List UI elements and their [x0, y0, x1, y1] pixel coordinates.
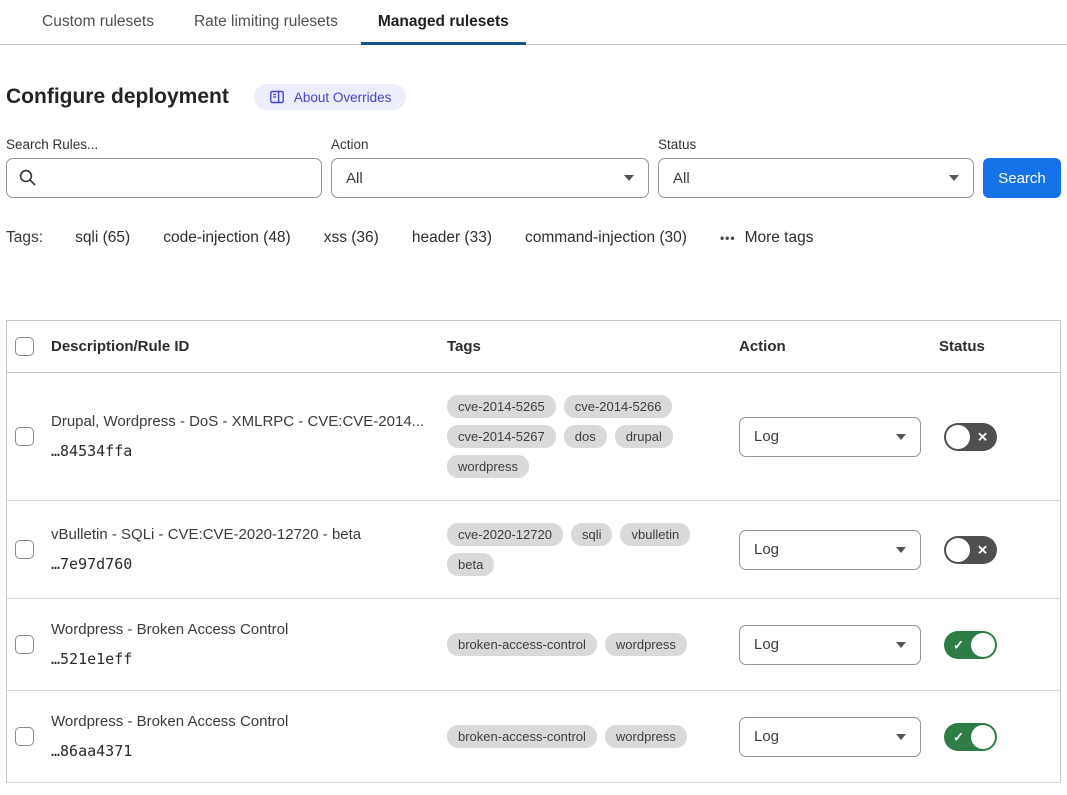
tab-custom-rulesets[interactable]: Custom rulesets: [25, 0, 171, 44]
toggle-knob: [971, 633, 995, 657]
table-row: Wordpress - Broken Access Control …521e1…: [7, 599, 1060, 691]
rule-id: …84534ffa: [51, 442, 429, 460]
ellipsis-icon: •••: [720, 232, 736, 244]
action-select[interactable]: Log: [739, 530, 921, 570]
rule-tag-pill: wordpress: [447, 455, 529, 478]
chevron-down-icon: [896, 434, 906, 440]
action-filter-value: All: [346, 170, 363, 187]
rule-id: …86aa4371: [51, 742, 429, 760]
action-select[interactable]: Log: [739, 717, 921, 757]
tag-filter-command-injection[interactable]: command-injection (30): [525, 229, 687, 247]
about-overrides-badge[interactable]: About Overrides: [254, 84, 407, 110]
toggle-knob: [946, 425, 970, 449]
action-filter-select[interactable]: All: [331, 158, 649, 198]
tags-bar: Tags: sqli (65) code-injection (48) xss (3…: [6, 229, 1061, 247]
rule-description[interactable]: Wordpress - Broken Access Control: [51, 713, 429, 730]
rule-tag-pill: sqli: [571, 523, 613, 546]
rule-description[interactable]: vBulletin - SQLi - CVE:CVE-2020-12720 - …: [51, 526, 429, 543]
row-checkbox[interactable]: [15, 727, 34, 746]
column-header-tags: Tags: [447, 338, 739, 355]
rule-tag-pill: dos: [564, 425, 607, 448]
row-checkbox[interactable]: [15, 540, 34, 559]
tab-managed-rulesets[interactable]: Managed rulesets: [361, 0, 526, 44]
rule-description[interactable]: Drupal, Wordpress - DoS - XMLRPC - CVE:C…: [51, 413, 429, 430]
search-icon: [18, 168, 37, 187]
action-select-value: Log: [754, 636, 779, 653]
rule-tag-pill: cve-2014-5265: [447, 395, 556, 418]
rule-id: …521e1eff: [51, 650, 429, 668]
chevron-down-icon: [896, 734, 906, 740]
rule-tag-pill: wordpress: [605, 725, 687, 748]
rule-tag-pill: broken-access-control: [447, 633, 597, 656]
more-tags-label: More tags: [745, 229, 814, 247]
action-filter-label: Action: [331, 137, 649, 152]
row-checkbox[interactable]: [15, 635, 34, 654]
action-select[interactable]: Log: [739, 625, 921, 665]
tag-filter-header[interactable]: header (33): [412, 229, 492, 247]
tab-bar: Custom rulesetsRate limiting rulesetsMan…: [0, 0, 1067, 45]
check-icon: ✓: [953, 638, 964, 651]
action-select-value: Log: [754, 728, 779, 745]
tag-filter-xss[interactable]: xss (36): [324, 229, 379, 247]
row-checkbox[interactable]: [15, 427, 34, 446]
cross-icon: ✕: [977, 430, 988, 443]
rule-tags: broken-access-control wordpress: [447, 725, 739, 748]
rule-tags: cve-2014-5265 cve-2014-5266 cve-2014-5267 d…: [447, 395, 739, 478]
search-rules-input[interactable]: [6, 158, 322, 198]
rule-tag-pill: wordpress: [605, 633, 687, 656]
heading-row: Configure deployment About Overrides: [6, 84, 1061, 110]
chevron-down-icon: [896, 547, 906, 553]
column-header-action: Action: [739, 338, 939, 355]
action-select-value: Log: [754, 541, 779, 558]
table-header: Description/Rule ID Tags Action Status: [7, 321, 1060, 373]
table-row: vBulletin - SQLi - CVE:CVE-2020-12720 - …: [7, 501, 1060, 599]
tag-filter-code-injection[interactable]: code-injection (48): [163, 229, 291, 247]
status-filter-value: All: [673, 170, 690, 187]
column-header-description: Description/Rule ID: [51, 338, 447, 355]
toggle-knob: [946, 538, 970, 562]
toggle-knob: [971, 725, 995, 749]
page-title: Configure deployment: [6, 85, 229, 109]
tag-filter-list: sqli (65) code-injection (48) xss (36) head…: [75, 229, 687, 247]
about-overrides-label: About Overrides: [294, 90, 392, 105]
column-header-status: Status: [939, 338, 1060, 355]
table-row: Drupal, Wordpress - DoS - XMLRPC - CVE:C…: [7, 373, 1060, 501]
rule-tags: cve-2020-12720 sqli vbulletin beta: [447, 523, 739, 576]
rule-tags: broken-access-control wordpress: [447, 633, 739, 656]
status-toggle[interactable]: ✕: [944, 536, 997, 564]
book-icon: [269, 89, 285, 105]
table-row: Wordpress - Broken Access Control …86aa4…: [7, 691, 1060, 783]
filter-bar: Search Rules... Action All Status All: [6, 137, 1061, 198]
rule-tag-pill: cve-2020-12720: [447, 523, 563, 546]
status-toggle[interactable]: ✓: [944, 631, 997, 659]
cross-icon: ✕: [977, 543, 988, 556]
tag-filter-sqli[interactable]: sqli (65): [75, 229, 130, 247]
rule-tag-pill: vbulletin: [620, 523, 690, 546]
table-body: Drupal, Wordpress - DoS - XMLRPC - CVE:C…: [7, 373, 1060, 783]
rule-tag-pill: cve-2014-5267: [447, 425, 556, 448]
tab-rate-limiting-rulesets[interactable]: Rate limiting rulesets: [177, 0, 355, 44]
status-toggle[interactable]: ✕: [944, 423, 997, 451]
tags-bar-label: Tags:: [6, 229, 43, 247]
search-button[interactable]: Search: [983, 158, 1061, 198]
rule-id: …7e97d760: [51, 555, 429, 573]
chevron-down-icon: [624, 175, 634, 181]
check-icon: ✓: [953, 730, 964, 743]
status-filter-select[interactable]: All: [658, 158, 974, 198]
rule-tag-pill: beta: [447, 553, 494, 576]
select-all-checkbox[interactable]: [15, 337, 34, 356]
status-filter-label: Status: [658, 137, 974, 152]
search-rules-label: Search Rules...: [6, 137, 322, 152]
chevron-down-icon: [949, 175, 959, 181]
chevron-down-icon: [896, 642, 906, 648]
rules-table: Description/Rule ID Tags Action Status D…: [6, 320, 1061, 783]
rule-tag-pill: drupal: [615, 425, 673, 448]
action-select-value: Log: [754, 428, 779, 445]
rule-description[interactable]: Wordpress - Broken Access Control: [51, 621, 429, 638]
rule-tag-pill: cve-2014-5266: [564, 395, 673, 418]
more-tags-button[interactable]: ••• More tags: [720, 229, 814, 247]
action-select[interactable]: Log: [739, 417, 921, 457]
rule-tag-pill: broken-access-control: [447, 725, 597, 748]
status-toggle[interactable]: ✓: [944, 723, 997, 751]
